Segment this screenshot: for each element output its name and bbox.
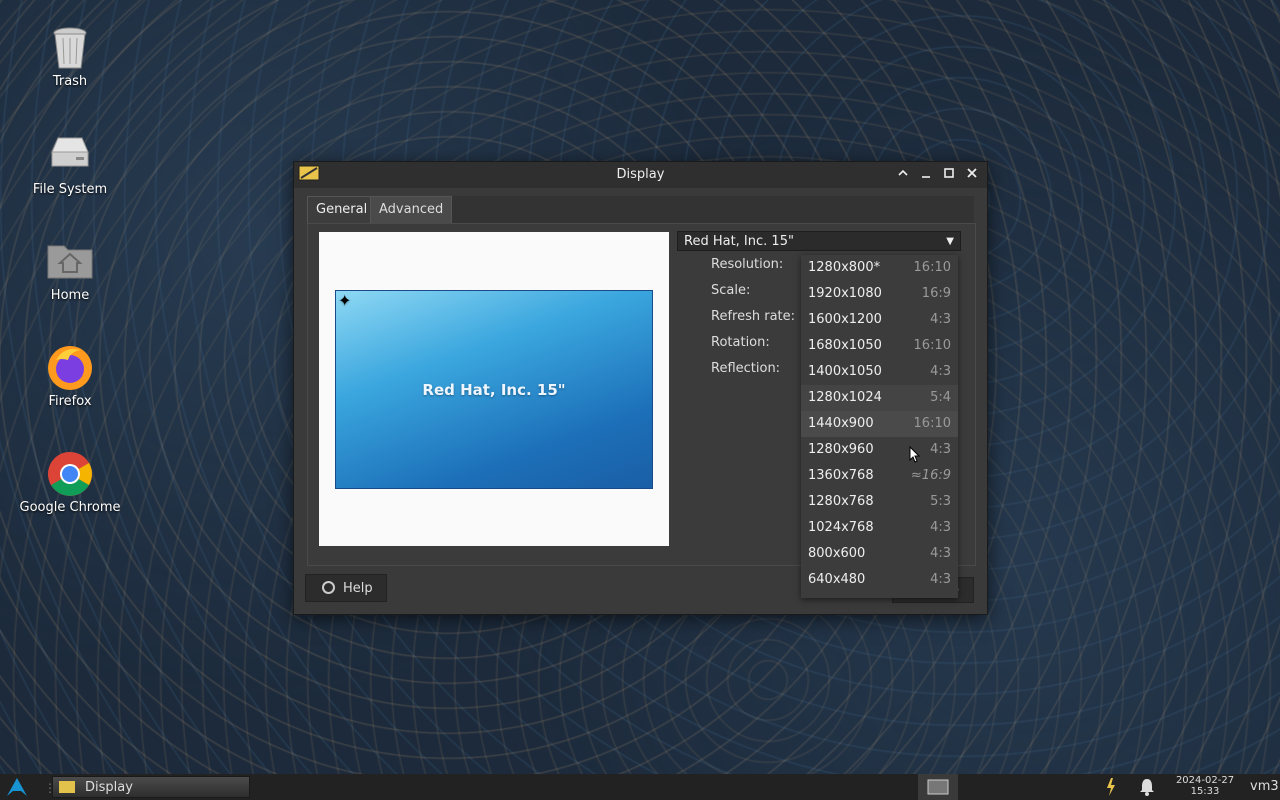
minimize-icon xyxy=(922,176,930,178)
clock-time: 15:33 xyxy=(1190,786,1220,797)
maximize-icon xyxy=(944,168,954,178)
resolution-value: 800x600 xyxy=(808,546,866,561)
resolution-option[interactable]: 1280x768 5:3 xyxy=(801,489,958,515)
aspect-ratio: 4:3 xyxy=(930,312,951,327)
taskbar-task-display[interactable]: Display xyxy=(52,776,250,798)
clock-date: 2024-02-27 xyxy=(1175,775,1235,786)
tab-general[interactable]: General xyxy=(307,196,377,223)
resolution-value: 1440x900 xyxy=(808,416,874,431)
notifications-button[interactable] xyxy=(1137,777,1157,797)
aspect-ratio: 5:3 xyxy=(930,494,951,509)
display-select[interactable]: Red Hat, Inc. 15" ▼ xyxy=(677,231,961,251)
rotation-label: Rotation: xyxy=(711,335,770,350)
aspect-ratio: 4:3 xyxy=(930,546,951,561)
chrome-icon xyxy=(46,450,94,498)
aspect-ratio: 4:3 xyxy=(930,520,951,535)
display-select-value: Red Hat, Inc. 15" xyxy=(684,234,794,249)
resolution-value: 1280x1024 xyxy=(808,390,882,405)
taskbar-user[interactable]: vm3 xyxy=(1250,779,1279,794)
resolution-value: 1400x1050 xyxy=(808,364,882,379)
monitor-preview-area: ✦ Red Hat, Inc. 15" xyxy=(319,232,669,546)
desktop-icon-label: Home xyxy=(50,288,90,303)
aspect-ratio: 4:3 xyxy=(930,572,951,587)
resolution-value: 1024x768 xyxy=(808,520,874,535)
power-plugin-button[interactable] xyxy=(1102,777,1120,797)
resolution-value: 1600x1200 xyxy=(808,312,882,327)
reflection-label: Reflection: xyxy=(711,361,781,376)
resolution-value: 1360x768 xyxy=(808,468,874,483)
resolution-option[interactable]: 1360x768 ≈16:9 xyxy=(801,463,958,489)
resolution-option[interactable]: 800x600 4:3 xyxy=(801,541,958,567)
minimize-button[interactable] xyxy=(918,167,934,183)
aspect-ratio: 16:10 xyxy=(913,416,951,431)
aspect-ratio: 4:3 xyxy=(930,442,951,457)
taskbar: ⋮ Display 2024-02-27 15:33 vm3 xyxy=(0,774,1280,800)
bell-icon xyxy=(1140,779,1154,796)
aspect-ratio: 4:3 xyxy=(930,364,951,379)
resolution-option[interactable]: 1920x1080 16:9 xyxy=(801,281,958,307)
desktop-icon-trash[interactable]: Trash xyxy=(18,24,122,89)
taskbar-task-label: Display xyxy=(85,780,133,795)
desktop-icon-home[interactable]: Home xyxy=(18,238,122,303)
shade-button[interactable] xyxy=(895,167,911,183)
power-plug-icon xyxy=(1107,778,1115,796)
aspect-ratio: 16:9 xyxy=(921,286,951,301)
desktop-icon-file-system[interactable]: File System xyxy=(18,132,122,197)
resolution-option[interactable]: 640x480 4:3 xyxy=(801,567,958,593)
help-button[interactable]: Help xyxy=(305,574,387,602)
help-button-label: Help xyxy=(343,581,373,596)
desktop-icon-firefox[interactable]: Firefox xyxy=(18,344,122,409)
aspect-ratio: 5:4 xyxy=(930,390,951,405)
resolution-value: 1280x768 xyxy=(808,494,874,509)
home-folder-icon xyxy=(46,238,94,286)
refresh-rate-label: Refresh rate: xyxy=(711,309,796,324)
display-app-icon xyxy=(59,781,75,793)
maximize-button[interactable] xyxy=(941,167,957,183)
show-desktop-button[interactable] xyxy=(918,774,958,800)
help-icon xyxy=(322,581,335,594)
app-menu-button[interactable] xyxy=(6,777,28,797)
resolution-label: Resolution: xyxy=(711,257,784,272)
close-icon xyxy=(967,168,977,178)
firefox-icon xyxy=(46,344,94,392)
resolution-option[interactable]: 1280x960 4:3 xyxy=(801,437,958,463)
close-window-button[interactable] xyxy=(964,167,980,183)
drive-icon xyxy=(46,132,94,180)
dropdown-arrow-icon: ▼ xyxy=(946,236,954,247)
chevron-up-icon xyxy=(898,169,908,176)
resolution-option-hovered[interactable]: 1440x900 16:10 xyxy=(801,411,958,437)
tab-advanced[interactable]: Advanced xyxy=(370,196,453,224)
resolution-option[interactable]: 1280x800* 16:10 xyxy=(801,255,958,281)
desktop-icon-label: Firefox xyxy=(48,394,92,409)
aspect-ratio: 16:10 xyxy=(913,338,951,353)
resolution-dropdown: 1280x800* 16:10 1920x1080 16:9 1600x1200 4:… xyxy=(801,255,958,598)
monitor-preview-label: Red Hat, Inc. 15" xyxy=(422,380,566,399)
resolution-option[interactable]: 1600x1200 4:3 xyxy=(801,307,958,333)
trash-icon xyxy=(46,24,94,72)
resolution-option[interactable]: 1024x768 4:3 xyxy=(801,515,958,541)
desktop-icon-label: Google Chrome xyxy=(19,500,121,515)
resolution-value: 1920x1080 xyxy=(808,286,882,301)
aspect-ratio: 16:10 xyxy=(913,260,951,275)
window-titlebar[interactable]: Display xyxy=(294,162,987,188)
resolution-value: 640x480 xyxy=(808,572,866,587)
resolution-value: 1280x960 xyxy=(808,442,874,457)
mouse-cursor xyxy=(909,445,921,468)
window-title: Display xyxy=(616,167,665,182)
resolution-option[interactable]: 1280x1024 5:4 xyxy=(801,385,958,411)
resolution-option[interactable]: 1680x1050 16:10 xyxy=(801,333,958,359)
arch-logo-icon xyxy=(7,778,27,796)
resolution-value: 1280x800* xyxy=(808,260,881,275)
resolution-option[interactable]: 1400x1050 4:3 xyxy=(801,359,958,385)
desktop-icon-google-chrome[interactable]: Google Chrome xyxy=(18,450,122,515)
scale-label: Scale: xyxy=(711,283,751,298)
taskbar-clock[interactable]: 2024-02-27 15:33 xyxy=(1170,775,1240,797)
resolution-value: 1680x1050 xyxy=(808,338,882,353)
monitor-preview[interactable]: ✦ Red Hat, Inc. 15" xyxy=(335,290,653,489)
desktop-icon xyxy=(927,779,949,795)
desktop-icon-label: File System xyxy=(32,182,108,197)
primary-star-icon: ✦ xyxy=(338,291,352,310)
desktop-icon-label: Trash xyxy=(52,74,88,89)
